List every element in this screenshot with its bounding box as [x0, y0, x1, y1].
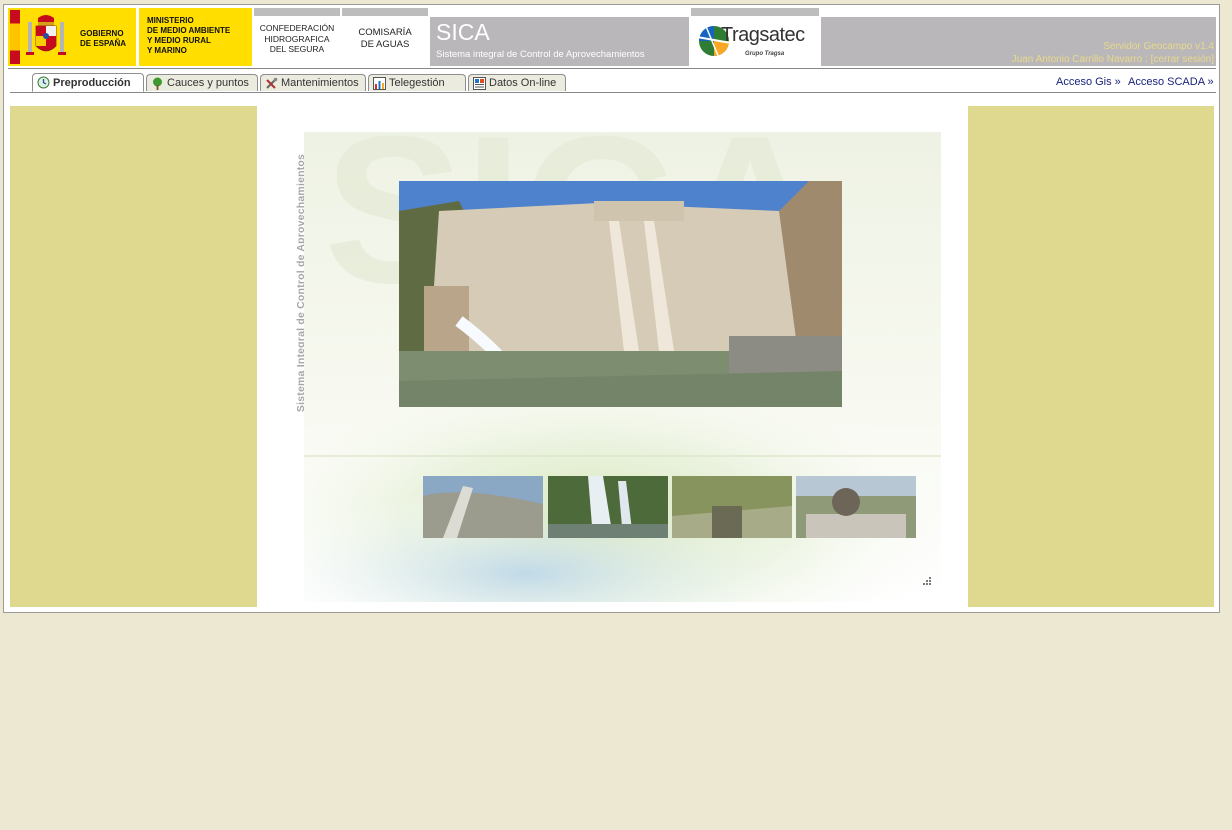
server-version: Servidor Geocampo v1.4 [1103, 41, 1214, 52]
gobierno-text: GOBIERNO DE ESPAÑA [80, 29, 126, 49]
gobierno-line-2: DE ESPAÑA [80, 39, 127, 48]
chart-icon [373, 76, 386, 90]
tab-label: Cauces y puntos [167, 77, 249, 89]
tab-bar: Preproducción Cauces y puntos Mantenimie… [10, 73, 1216, 93]
header: GOBIERNO DE ESPAÑA MINISTERIO DE MEDIO A… [8, 8, 1216, 66]
brand-group: Grupo Tragsa [745, 51, 785, 57]
gobierno-line-1: GOBIERNO [80, 29, 124, 38]
confederacion-text: CONFEDERACIÓN HIDROGRAFICA DEL SEGURA [254, 23, 340, 55]
tab-cauces-y-puntos[interactable]: Cauces y puntos [146, 74, 258, 91]
tools-icon [266, 77, 278, 89]
coat-of-arms-icon [26, 15, 66, 55]
ministerio-line-2: DE MEDIO AMBIENTE [147, 26, 231, 35]
header-divider [8, 68, 1216, 69]
tree-icon [153, 77, 162, 90]
ministerio-line-1: MINISTERIO [147, 16, 194, 25]
acceso-gis-link[interactable]: Acceso Gis » [1056, 76, 1121, 88]
confederacion-line-3: DEL SEGURA [269, 44, 325, 54]
ministerio-logo: MINISTERIO DE MEDIO AMBIENTE Y MEDIO RUR… [139, 8, 252, 66]
right-side-panel [967, 106, 1214, 607]
comisaria-text: COMISARÍA DE AGUAS [342, 27, 428, 51]
confederacion-line-1: CONFEDERACIÓN [259, 23, 335, 33]
acceso-scada-link[interactable]: Acceso SCADA » [1128, 76, 1214, 88]
left-side-panel [10, 106, 257, 607]
app-title-block: SICA Sistema integral de Control de Apro… [430, 17, 689, 66]
comisaria-line-2: DE AGUAS [360, 39, 410, 50]
preproduction-icon [37, 76, 50, 89]
tragsatec-logo[interactable]: Tragsatec Grupo Tragsa [691, 8, 819, 66]
ministerio-line-3: Y MEDIO RURAL [147, 36, 211, 45]
tab-label: Preproducción [53, 76, 131, 89]
app-subtitle: Sistema integral de Control de Aprovecha… [436, 49, 645, 60]
session-info: Servidor Geocampo v1.4 Juan Antonio Carr… [821, 17, 1216, 66]
brand-name: Tragsatec [721, 24, 805, 46]
app-frame: GOBIERNO DE ESPAÑA MINISTERIO DE MEDIO A… [3, 4, 1220, 613]
thumbnail-2[interactable] [548, 476, 668, 538]
confederacion-logo: CONFEDERACIÓN HIDROGRAFICA DEL SEGURA [254, 8, 340, 66]
tab-datos-online[interactable]: Datos On-line [468, 74, 566, 91]
tab-label: Mantenimientos [281, 77, 359, 89]
dam-photo[interactable] [399, 181, 842, 407]
splash-panel: Sistema Integral de Control de Aprovecha… [258, 106, 968, 607]
ministerio-text: MINISTERIO DE MEDIO AMBIENTE Y MEDIO RUR… [147, 16, 230, 56]
tab-telegestion[interactable]: Telegestión [368, 74, 466, 91]
resize-grip-icon [923, 577, 931, 585]
data-icon [473, 76, 486, 90]
tab-preproduccion[interactable]: Preproducción [32, 73, 144, 92]
flag-stripe [10, 10, 20, 64]
thumbnail-4[interactable] [796, 476, 916, 538]
ministerio-line-4: Y MARINO [147, 46, 187, 55]
tab-label: Telegestión [389, 77, 445, 89]
gobierno-logo: GOBIERNO DE ESPAÑA [8, 8, 138, 66]
user-session[interactable]: Juan Antonio Carrillo Navarro : [cerrar … [1012, 54, 1214, 65]
comisaria-logo: COMISARÍA DE AGUAS [342, 8, 428, 66]
tab-label: Datos On-line [489, 77, 557, 89]
tab-mantenimientos[interactable]: Mantenimientos [260, 74, 366, 91]
thumbnail-3[interactable] [672, 476, 792, 538]
confederacion-line-2: HIDROGRAFICA [264, 33, 330, 44]
app-title: SICA [436, 19, 490, 45]
comisaria-line-1: COMISARÍA [358, 27, 412, 38]
thumbnail-1[interactable] [423, 476, 543, 538]
